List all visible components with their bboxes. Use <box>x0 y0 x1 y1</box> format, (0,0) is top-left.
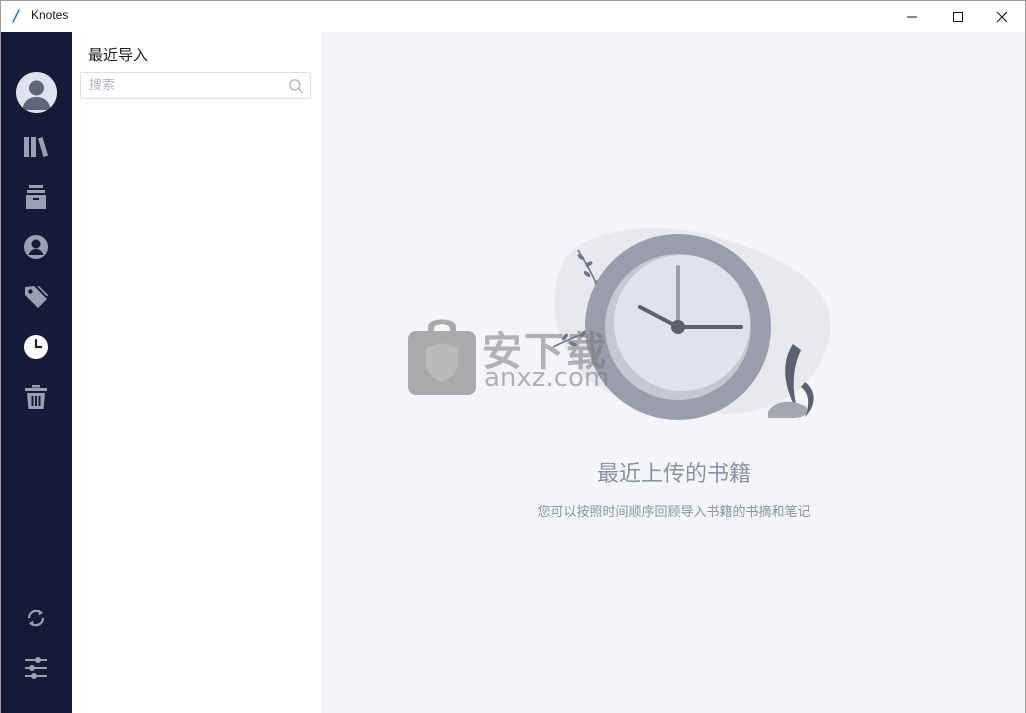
feather-logo-icon <box>12 9 20 23</box>
sidebar-item-recent[interactable] <box>15 326 57 368</box>
watermark: 安下载 anxz.com <box>406 315 626 397</box>
nav-rail <box>1 32 72 713</box>
empty-state-subtitle: 您可以按照时间顺序回顾导入书籍的书摘和笔记 <box>537 505 811 520</box>
sidebar-item-authors[interactable] <box>15 226 57 268</box>
empty-state-title: 最近上传的书籍 <box>596 462 751 487</box>
sidebar-item-archive[interactable] <box>15 176 57 218</box>
sidebar-item-trash[interactable] <box>15 376 57 418</box>
archive-box-icon <box>26 185 46 209</box>
watermark-en-text: anxz.com <box>484 363 610 393</box>
avatar-person-icon <box>16 72 57 113</box>
minimize-button[interactable] <box>889 1 935 32</box>
window-title: Knotes <box>31 8 69 22</box>
books-icon <box>24 137 48 157</box>
person-circle-icon <box>24 235 48 259</box>
search-box[interactable] <box>80 72 311 99</box>
title-bar: Knotes <box>1 1 1025 32</box>
close-icon <box>996 11 1008 22</box>
sidebar-item-tags[interactable] <box>15 276 57 318</box>
trash-icon <box>25 385 47 409</box>
sync-button[interactable] <box>15 597 57 639</box>
sidebar-item-library[interactable] <box>15 126 57 168</box>
list-panel: 最近导入 <box>72 32 323 713</box>
maximize-icon <box>953 11 963 22</box>
close-button[interactable] <box>979 1 1025 32</box>
sync-icon <box>27 609 45 627</box>
settings-button[interactable] <box>15 647 57 689</box>
panel-title: 最近导入 <box>88 46 149 64</box>
app-window: Knotes 最近导入 搜索 最近上传的书籍 您可以按照时间顺序回顾导入书籍的书… <box>0 0 1026 713</box>
clock-icon <box>24 335 48 359</box>
search-icon[interactable] <box>288 78 304 94</box>
sliders-icon <box>25 657 47 679</box>
maximize-button[interactable] <box>935 1 981 32</box>
shield-bag-icon <box>408 319 476 395</box>
user-avatar[interactable] <box>16 72 57 113</box>
minimize-icon <box>907 16 917 17</box>
search-input[interactable] <box>89 75 279 96</box>
tag-icon <box>25 286 48 308</box>
